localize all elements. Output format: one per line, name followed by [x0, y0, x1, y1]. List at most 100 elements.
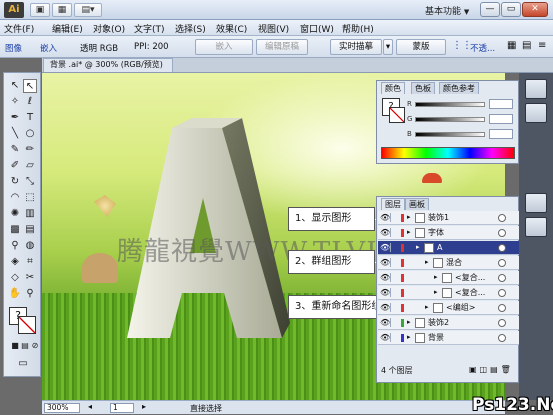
- blob-brush-tool-icon[interactable]: ✐: [8, 159, 22, 173]
- visibility-eye-icon[interactable]: 👁: [380, 213, 390, 222]
- target-icon[interactable]: [498, 289, 506, 297]
- gradient-tool-icon[interactable]: ▤: [23, 223, 37, 237]
- stroke-swatch[interactable]: [18, 316, 36, 334]
- lock-toggle[interactable]: [390, 288, 398, 297]
- visibility-eye-icon[interactable]: 👁: [380, 333, 390, 342]
- document-tab[interactable]: 背景 .ai* @ 300% (RGB/预览) ×: [43, 58, 173, 81]
- edit-original-button[interactable]: 编辑原稿: [256, 39, 308, 55]
- layer-row[interactable]: 👁 ▸ 装饰1: [378, 211, 519, 225]
- mask-button[interactable]: 蒙版: [396, 39, 446, 55]
- mesh-tool-icon[interactable]: ▩: [8, 223, 22, 237]
- panel-menu-icon[interactable]: ▤: [522, 40, 531, 51]
- visibility-eye-icon[interactable]: 👁: [380, 318, 390, 327]
- blue-value[interactable]: [489, 129, 513, 139]
- menu-file[interactable]: 文件(F): [4, 22, 34, 35]
- opacity-link[interactable]: 不透...: [470, 42, 495, 54]
- visibility-eye-icon[interactable]: 👁: [380, 273, 390, 282]
- symbol-sprayer-tool-icon[interactable]: ✺: [8, 207, 22, 221]
- letter-a-artwork[interactable]: [112, 113, 292, 343]
- align-icon[interactable]: ⋮⋮: [452, 40, 472, 51]
- bridge-button[interactable]: ▣: [30, 3, 50, 17]
- first-page-icon[interactable]: ◂: [88, 402, 92, 411]
- target-icon[interactable]: [498, 334, 506, 342]
- color-spectrum[interactable]: [381, 147, 515, 159]
- pen-tool-icon[interactable]: ✒: [8, 111, 22, 125]
- layers-dock-icon[interactable]: [525, 217, 547, 237]
- embed-status-link[interactable]: 嵌入: [40, 42, 57, 54]
- visibility-eye-icon[interactable]: 👁: [380, 243, 390, 252]
- expand-arrow-icon[interactable]: ▸: [416, 243, 420, 251]
- color-dock-icon[interactable]: [525, 79, 547, 99]
- menu-edit[interactable]: 编辑(E): [52, 22, 83, 35]
- tab-layers[interactable]: 图层: [381, 198, 405, 210]
- free-transform-tool-icon[interactable]: ⬚: [23, 191, 37, 205]
- slice-tool-icon[interactable]: ◇: [8, 271, 22, 285]
- appearance-dock-icon[interactable]: [525, 193, 547, 213]
- paintbrush-tool-icon[interactable]: ✎: [8, 143, 22, 157]
- lock-toggle[interactable]: [390, 303, 398, 312]
- expand-arrow-icon[interactable]: ▸: [407, 213, 411, 221]
- page-number-field[interactable]: 1: [110, 403, 134, 413]
- arrange-documents-button[interactable]: ▦: [52, 3, 72, 17]
- live-trace-button[interactable]: 实时描摹: [330, 39, 382, 55]
- scissors-tool-icon[interactable]: ✂: [23, 271, 37, 285]
- layer-actions-icons[interactable]: ▣◫▤🗑: [469, 365, 514, 374]
- hand-tool-icon[interactable]: ✋: [8, 287, 22, 301]
- close-button[interactable]: ✕: [522, 2, 548, 17]
- zoom-field[interactable]: 300%: [44, 403, 80, 413]
- lock-toggle[interactable]: [390, 333, 398, 342]
- lasso-tool-icon[interactable]: ℓ: [23, 95, 37, 109]
- type-tool-icon[interactable]: T: [23, 111, 37, 125]
- magic-wand-tool-icon[interactable]: ✧: [8, 95, 22, 109]
- visibility-eye-icon[interactable]: 👁: [380, 288, 390, 297]
- menu-type[interactable]: 文字(T): [134, 22, 165, 35]
- menu-help[interactable]: 帮助(H): [342, 22, 374, 35]
- lock-toggle[interactable]: [390, 228, 398, 237]
- expand-arrow-icon[interactable]: ▸: [407, 333, 411, 341]
- menu-object[interactable]: 对象(O): [93, 22, 125, 35]
- warp-tool-icon[interactable]: ◠: [8, 191, 22, 205]
- ellipse-tool-icon[interactable]: ○: [23, 127, 37, 141]
- green-value[interactable]: [489, 114, 513, 124]
- tab-color-guide[interactable]: 颜色参考: [439, 82, 479, 94]
- layer-row[interactable]: 👁 ▸ 字体: [378, 226, 519, 240]
- graph-tool-icon[interactable]: ▥: [23, 207, 37, 221]
- blend-tool-icon[interactable]: ◍: [23, 239, 37, 253]
- menu-window[interactable]: 窗口(W): [300, 22, 334, 35]
- red-slider[interactable]: [415, 102, 485, 107]
- expand-arrow-icon[interactable]: ▸: [407, 228, 411, 236]
- red-value[interactable]: [489, 99, 513, 109]
- target-icon[interactable]: [498, 259, 506, 267]
- target-icon[interactable]: [498, 319, 506, 327]
- swatches-dock-icon[interactable]: [525, 103, 547, 123]
- tab-color[interactable]: 颜色: [381, 82, 405, 94]
- trace-options-dropdown[interactable]: ▾: [383, 39, 393, 55]
- expand-arrow-icon[interactable]: ▸: [434, 288, 438, 296]
- tab-swatches[interactable]: 色板: [411, 82, 435, 94]
- transform-icon[interactable]: ▦: [507, 40, 516, 51]
- menu-effect[interactable]: 效果(C): [216, 22, 247, 35]
- scale-tool-icon[interactable]: ⤡: [23, 175, 37, 189]
- zoom-tool-icon[interactable]: ⚲: [23, 287, 37, 301]
- layer-row[interactable]: 👁 ▸ A: [378, 241, 519, 255]
- visibility-eye-icon[interactable]: 👁: [380, 303, 390, 312]
- layer-row[interactable]: 👁 ▸ <复合...: [378, 271, 519, 285]
- target-icon[interactable]: [498, 214, 506, 222]
- target-icon[interactable]: [498, 244, 506, 252]
- layer-row[interactable]: 👁 ▸ 背景: [378, 331, 519, 345]
- stroke-swatch[interactable]: [389, 107, 405, 123]
- visibility-eye-icon[interactable]: 👁: [380, 258, 390, 267]
- layer-row[interactable]: 👁 ▸ 混合: [378, 256, 519, 270]
- expand-arrow-icon[interactable]: ▸: [425, 303, 429, 311]
- layer-row[interactable]: 👁 ▸ 装饰2: [378, 316, 519, 330]
- selection-tool-icon[interactable]: ↖: [8, 79, 22, 93]
- expand-arrow-icon[interactable]: ▸: [434, 273, 438, 281]
- restore-button[interactable]: ▭: [501, 2, 521, 17]
- direct-selection-tool-icon[interactable]: ↖: [23, 79, 37, 93]
- view-options-button[interactable]: ▤▾: [74, 3, 102, 17]
- next-page-icon[interactable]: ▸: [142, 402, 146, 411]
- target-icon[interactable]: [498, 274, 506, 282]
- line-tool-icon[interactable]: ╲: [8, 127, 22, 141]
- layer-row[interactable]: 👁 ▸ <编组>: [378, 301, 519, 315]
- crop-tool-icon[interactable]: ⌗: [23, 255, 37, 269]
